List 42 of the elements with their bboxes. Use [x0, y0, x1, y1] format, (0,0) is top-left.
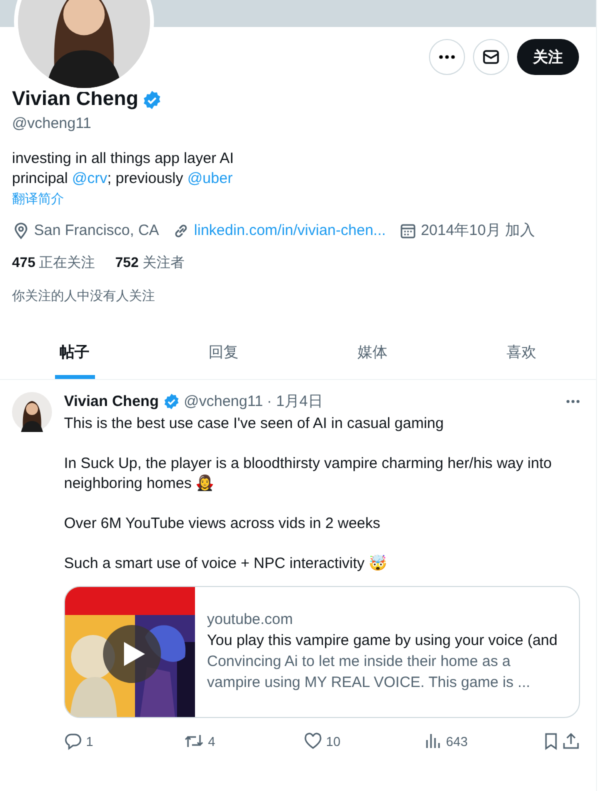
action-count: 1 — [86, 734, 94, 748]
reply-icon[interactable] — [64, 732, 82, 750]
action-count: 4 — [208, 734, 216, 748]
bio-line: investing in all things app layer AI — [12, 149, 235, 169]
card-title: You play this vampire game by using your voice (and — [207, 631, 558, 651]
envelope-icon — [482, 48, 500, 66]
follow-stat-link[interactable]: 475 正在关注 — [12, 254, 96, 272]
author-handle[interactable]: @vcheng11 — [184, 393, 263, 410]
calendar-icon — [398, 222, 417, 240]
more-icon[interactable] — [566, 400, 580, 403]
profile-tab[interactable]: 喜欢 — [502, 327, 542, 379]
profile-handle: @vcheng11 — [12, 115, 92, 132]
post-date[interactable]: · 1月4日 — [266, 392, 323, 411]
more-button[interactable] — [429, 39, 465, 75]
location-pin-icon — [12, 222, 30, 240]
follow-stat-link[interactable]: 752 关注者 — [115, 254, 184, 272]
user-avatar[interactable] — [12, 392, 52, 432]
more-icon — [438, 55, 456, 59]
profile-tab[interactable]: 帖子 — [54, 327, 94, 379]
profile-name: Vivian Cheng — [12, 88, 138, 111]
action-count: 643 — [446, 734, 468, 748]
post-text: Such a smart use of voice + NPC interactivity 🤯 — [64, 554, 388, 574]
bar-chart-icon[interactable] — [424, 732, 442, 750]
card-description: Convincing Ai to let me inside their home as a vampire using MY REAL VOICE. This game is ... — [207, 652, 532, 693]
share-icon[interactable] — [562, 732, 580, 750]
post-text: Over 6M YouTube views across vids in 2 weeks — [64, 514, 382, 534]
link-preview-card[interactable]: youtube.com You play this vampire game by using your voice (and Convincing Ai to let me inside their home as a vampire using MY REAL VOICE. This game is ... — [64, 586, 580, 718]
follow-button[interactable]: 关注 — [517, 39, 579, 75]
message-button[interactable] — [473, 39, 509, 75]
profile-tab[interactable]: 回复 — [204, 327, 244, 379]
repost-icon[interactable] — [184, 732, 204, 750]
post-text: In Suck Up, the player is a bloodthirsty vampire charming her/his way into neighboring homes 🧛‍♀ — [64, 454, 553, 494]
author-name[interactable]: Vivian Cheng — [64, 393, 159, 410]
post-text: This is the best use case I've seen of AI in casual gaming — [64, 414, 445, 434]
bio-line: principal @crv; previously @uber — [12, 169, 234, 189]
meta-text: San Francisco, CA — [34, 222, 160, 239]
profile-tab[interactable]: 媒体 — [352, 327, 392, 379]
meta-text: 2014年10月 加入 — [420, 221, 536, 240]
card-domain: youtube.com — [207, 610, 294, 630]
heart-icon[interactable] — [304, 732, 322, 750]
followers-note: 你关注的人中没有人关注 — [12, 287, 156, 305]
action-count: 10 — [326, 734, 340, 748]
